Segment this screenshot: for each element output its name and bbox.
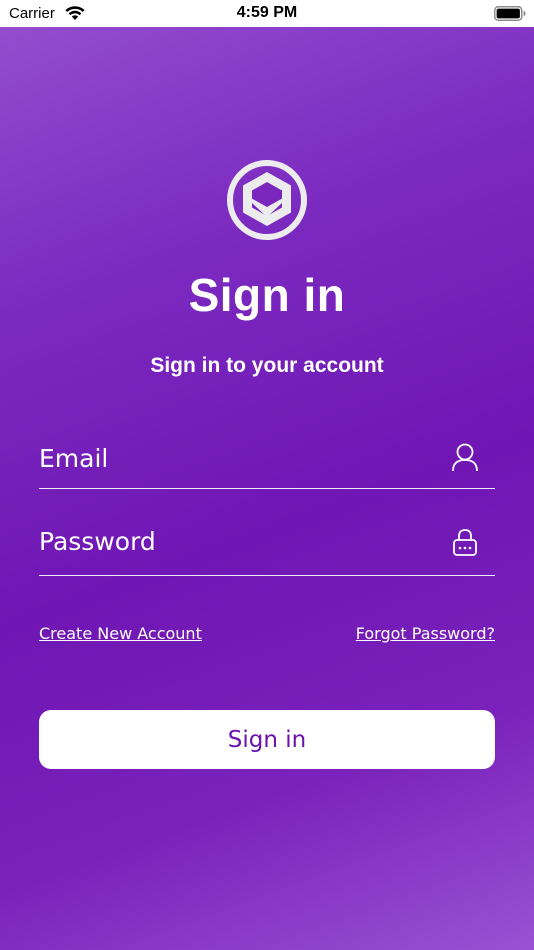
lock-icon <box>453 529 477 556</box>
status-bar: Carrier 4:59 PM <box>0 0 534 27</box>
create-account-link[interactable]: Create New Account <box>39 624 202 643</box>
password-field-container <box>39 521 495 576</box>
page-title: Sign in <box>188 269 346 321</box>
email-input[interactable] <box>39 438 439 478</box>
battery-icon <box>494 6 526 21</box>
page-subtitle: Sign in to your account <box>150 354 384 377</box>
clock-label: 4:59 PM <box>236 4 298 21</box>
user-icon <box>452 443 478 472</box>
email-field-container <box>39 438 495 489</box>
forgot-password-link[interactable]: Forgot Password? <box>356 624 495 643</box>
app-logo-icon <box>227 160 307 240</box>
signin-button[interactable]: Sign in <box>39 710 495 769</box>
password-input[interactable] <box>39 521 439 561</box>
signin-screen: Carrier 4:59 PM Sign in Sign in to your … <box>0 0 534 950</box>
